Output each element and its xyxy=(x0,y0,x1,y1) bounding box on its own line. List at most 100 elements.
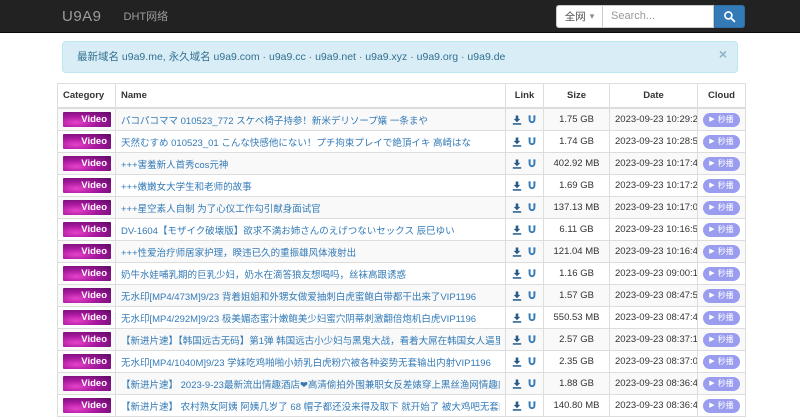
search-input[interactable] xyxy=(602,4,714,28)
cloud-play-button[interactable]: ▶ 秒播 xyxy=(703,310,740,325)
category-badge-video[interactable]: Video xyxy=(63,244,111,260)
date-cell: 2023-09-23 08:36:49 xyxy=(609,372,698,396)
search-scope-select[interactable]: 全网 ▾ xyxy=(556,4,602,28)
size-cell: 140.80 MB xyxy=(543,394,610,418)
magnet-icon[interactable] xyxy=(527,313,537,323)
magnet-icon[interactable] xyxy=(527,115,537,125)
torrent-name-link[interactable]: 奶牛水娃哺乳期的巨乳少妇，奶水在滴答狼友想喝吗，丝袜高跟诱惑 xyxy=(121,267,500,281)
date-cell: 2023-09-23 08:47:54 xyxy=(609,284,698,308)
torrent-name-link[interactable]: 无水印[MP4/292M]9/23 极美媚态蜜汁嫩鲍美少妇蜜穴阴蒂刺激翻倍炮机白… xyxy=(121,311,500,325)
category-badge-video[interactable]: Video xyxy=(63,288,111,304)
download-icon[interactable] xyxy=(512,269,522,279)
download-icon[interactable] xyxy=(512,247,522,257)
download-icon[interactable] xyxy=(512,357,522,367)
download-icon[interactable] xyxy=(512,203,522,213)
category-badge-video[interactable]: Video xyxy=(63,376,111,392)
torrent-name-link[interactable]: +++害羞新人首秀cos元神 xyxy=(121,157,500,171)
category-badge-video[interactable]: Video xyxy=(63,266,111,282)
category-badge-video[interactable]: Video xyxy=(63,332,111,348)
date-cell: 2023-09-23 08:37:04 xyxy=(609,350,698,374)
torrent-name-link[interactable]: 【新进片速】 2023-9-23最新流出情趣酒店❤高清偷拍外围兼职女反差婊穿上黑… xyxy=(121,377,500,391)
magnet-icon[interactable] xyxy=(527,137,537,147)
torrent-name-link[interactable]: +++嫩嫩女大学生和老师的故事 xyxy=(121,179,500,193)
download-icon[interactable] xyxy=(512,401,522,411)
download-icon[interactable] xyxy=(512,291,522,301)
torrent-name-link[interactable]: 无水印[MP4/1040M]9/23 学妹吃鸡啪啪小娇乳白虎粉穴被各种姿势无套输… xyxy=(121,355,500,369)
link-icons xyxy=(511,291,538,301)
magnet-icon[interactable] xyxy=(527,291,537,301)
torrent-name-link[interactable]: 【新进片速】 农村熟女阿姨 阿姨几岁了 68 帽子都还没来得及取下 就开始了 被… xyxy=(121,399,500,413)
link-icons xyxy=(511,225,538,235)
cloud-play-button[interactable]: ▶ 秒播 xyxy=(703,222,740,237)
play-icon: ▶ xyxy=(709,160,715,168)
table-row: Video 无水印[MP4/292M]9/23 极美媚态蜜汁嫩鲍美少妇蜜穴阴蒂刺… xyxy=(57,306,746,330)
download-icon[interactable] xyxy=(512,379,522,389)
magnet-icon[interactable] xyxy=(527,357,537,367)
magnet-icon[interactable] xyxy=(527,379,537,389)
cloud-play-button[interactable]: ▶ 秒播 xyxy=(703,288,740,303)
link-icons xyxy=(511,313,538,323)
cloud-play-button[interactable]: ▶ 秒播 xyxy=(703,244,740,259)
category-badge-video[interactable]: Video xyxy=(63,222,111,238)
torrent-name-link[interactable]: パコパコママ 010523_772 スケベ椅子持参！新米デリソープ嬢 一条まや xyxy=(121,113,500,127)
download-icon[interactable] xyxy=(512,137,522,147)
brand-logo[interactable]: U9A9 xyxy=(62,8,102,25)
magnet-icon[interactable] xyxy=(527,181,537,191)
size-cell: 1.88 GB xyxy=(543,372,610,396)
alert-close-button[interactable]: × xyxy=(719,47,727,61)
cloud-play-button[interactable]: ▶ 秒播 xyxy=(703,332,740,347)
cloud-play-label: 秒播 xyxy=(717,224,734,234)
cloud-play-button[interactable]: ▶ 秒播 xyxy=(703,178,740,193)
size-cell: 6.11 GB xyxy=(543,218,610,242)
torrent-table-wrap: Category Name Link Size Date Cloud Video… xyxy=(0,83,800,418)
download-icon[interactable] xyxy=(512,181,522,191)
category-badge-video[interactable]: Video xyxy=(63,310,111,326)
date-cell: 2023-09-23 10:16:55 xyxy=(609,218,698,242)
magnet-icon[interactable] xyxy=(527,225,537,235)
download-icon[interactable] xyxy=(512,159,522,169)
cloud-play-button[interactable]: ▶ 秒播 xyxy=(703,376,740,391)
date-cell: 2023-09-23 09:00:11 xyxy=(609,262,698,286)
magnet-icon[interactable] xyxy=(527,335,537,345)
magnet-icon[interactable] xyxy=(527,401,537,411)
category-badge-video[interactable]: Video xyxy=(63,178,111,194)
cloud-play-button[interactable]: ▶ 秒播 xyxy=(703,354,740,369)
magnet-icon[interactable] xyxy=(527,269,537,279)
torrent-name-link[interactable]: +++性爱治疗师居家护理，睽违已久的重振雄风体液射出 xyxy=(121,245,500,259)
torrent-name-link[interactable]: +++星空素人自制 为了心仪工作勾引献身面试官 xyxy=(121,201,500,215)
category-badge-video[interactable]: Video xyxy=(63,112,111,128)
magnet-icon[interactable] xyxy=(527,159,537,169)
torrent-name-link[interactable]: 天然むすめ 010523_01 こんな快感他にない！プチ拘束プレイで絶頂イキ 高… xyxy=(121,135,500,149)
cloud-play-button[interactable]: ▶ 秒播 xyxy=(703,134,740,149)
link-icons xyxy=(511,137,538,147)
category-badge-video[interactable]: Video xyxy=(63,200,111,216)
download-icon[interactable] xyxy=(512,335,522,345)
size-cell: 1.57 GB xyxy=(543,284,610,308)
download-icon[interactable] xyxy=(512,225,522,235)
torrent-name-link[interactable]: DV-1604【モザイク破壊版】欲求不満お姉さんのえげつないセックス 辰巳ゆい xyxy=(121,223,500,237)
cloud-play-button[interactable]: ▶ 秒播 xyxy=(703,156,740,171)
table-row: Video 【新进片速】 农村熟女阿姨 阿姨几岁了 68 帽子都还没来得及取下 … xyxy=(57,394,746,418)
nav-item-dht[interactable]: DHT网络 xyxy=(124,8,169,24)
magnet-icon[interactable] xyxy=(527,203,537,213)
size-cell: 2.35 GB xyxy=(543,350,610,374)
cloud-play-button[interactable]: ▶ 秒播 xyxy=(703,112,740,127)
table-row: Video 无水印[MP4/473M]9/23 背着姐姐和外甥女做爱抽刺白虎蜜鲍… xyxy=(57,284,746,308)
table-row: Video パコパコママ 010523_772 スケベ椅子持参！新米デリソープ嬢… xyxy=(57,107,746,132)
category-badge-video[interactable]: Video xyxy=(63,134,111,150)
download-icon[interactable] xyxy=(512,115,522,125)
cloud-play-button[interactable]: ▶ 秒播 xyxy=(703,200,740,215)
cloud-play-button[interactable]: ▶ 秒播 xyxy=(703,398,740,413)
search-button[interactable] xyxy=(714,4,745,28)
cloud-play-label: 秒播 xyxy=(717,290,734,300)
category-badge-video[interactable]: Video xyxy=(63,354,111,370)
torrent-name-link[interactable]: 【新进片速】【韩国远古无码】第1弹 韩国远古小少妇与黑鬼大战，看着大屌在韩国女人… xyxy=(121,333,500,347)
link-icons xyxy=(511,115,538,125)
category-badge-video[interactable]: Video xyxy=(63,398,111,414)
cloud-play-button[interactable]: ▶ 秒播 xyxy=(703,266,740,281)
category-badge-video[interactable]: Video xyxy=(63,156,111,172)
download-icon[interactable] xyxy=(512,313,522,323)
torrent-name-link[interactable]: 无水印[MP4/473M]9/23 背着姐姐和外甥女做爱抽刺白虎蜜鲍白带都干出来… xyxy=(121,289,500,303)
link-icons xyxy=(511,335,538,345)
magnet-icon[interactable] xyxy=(527,247,537,257)
